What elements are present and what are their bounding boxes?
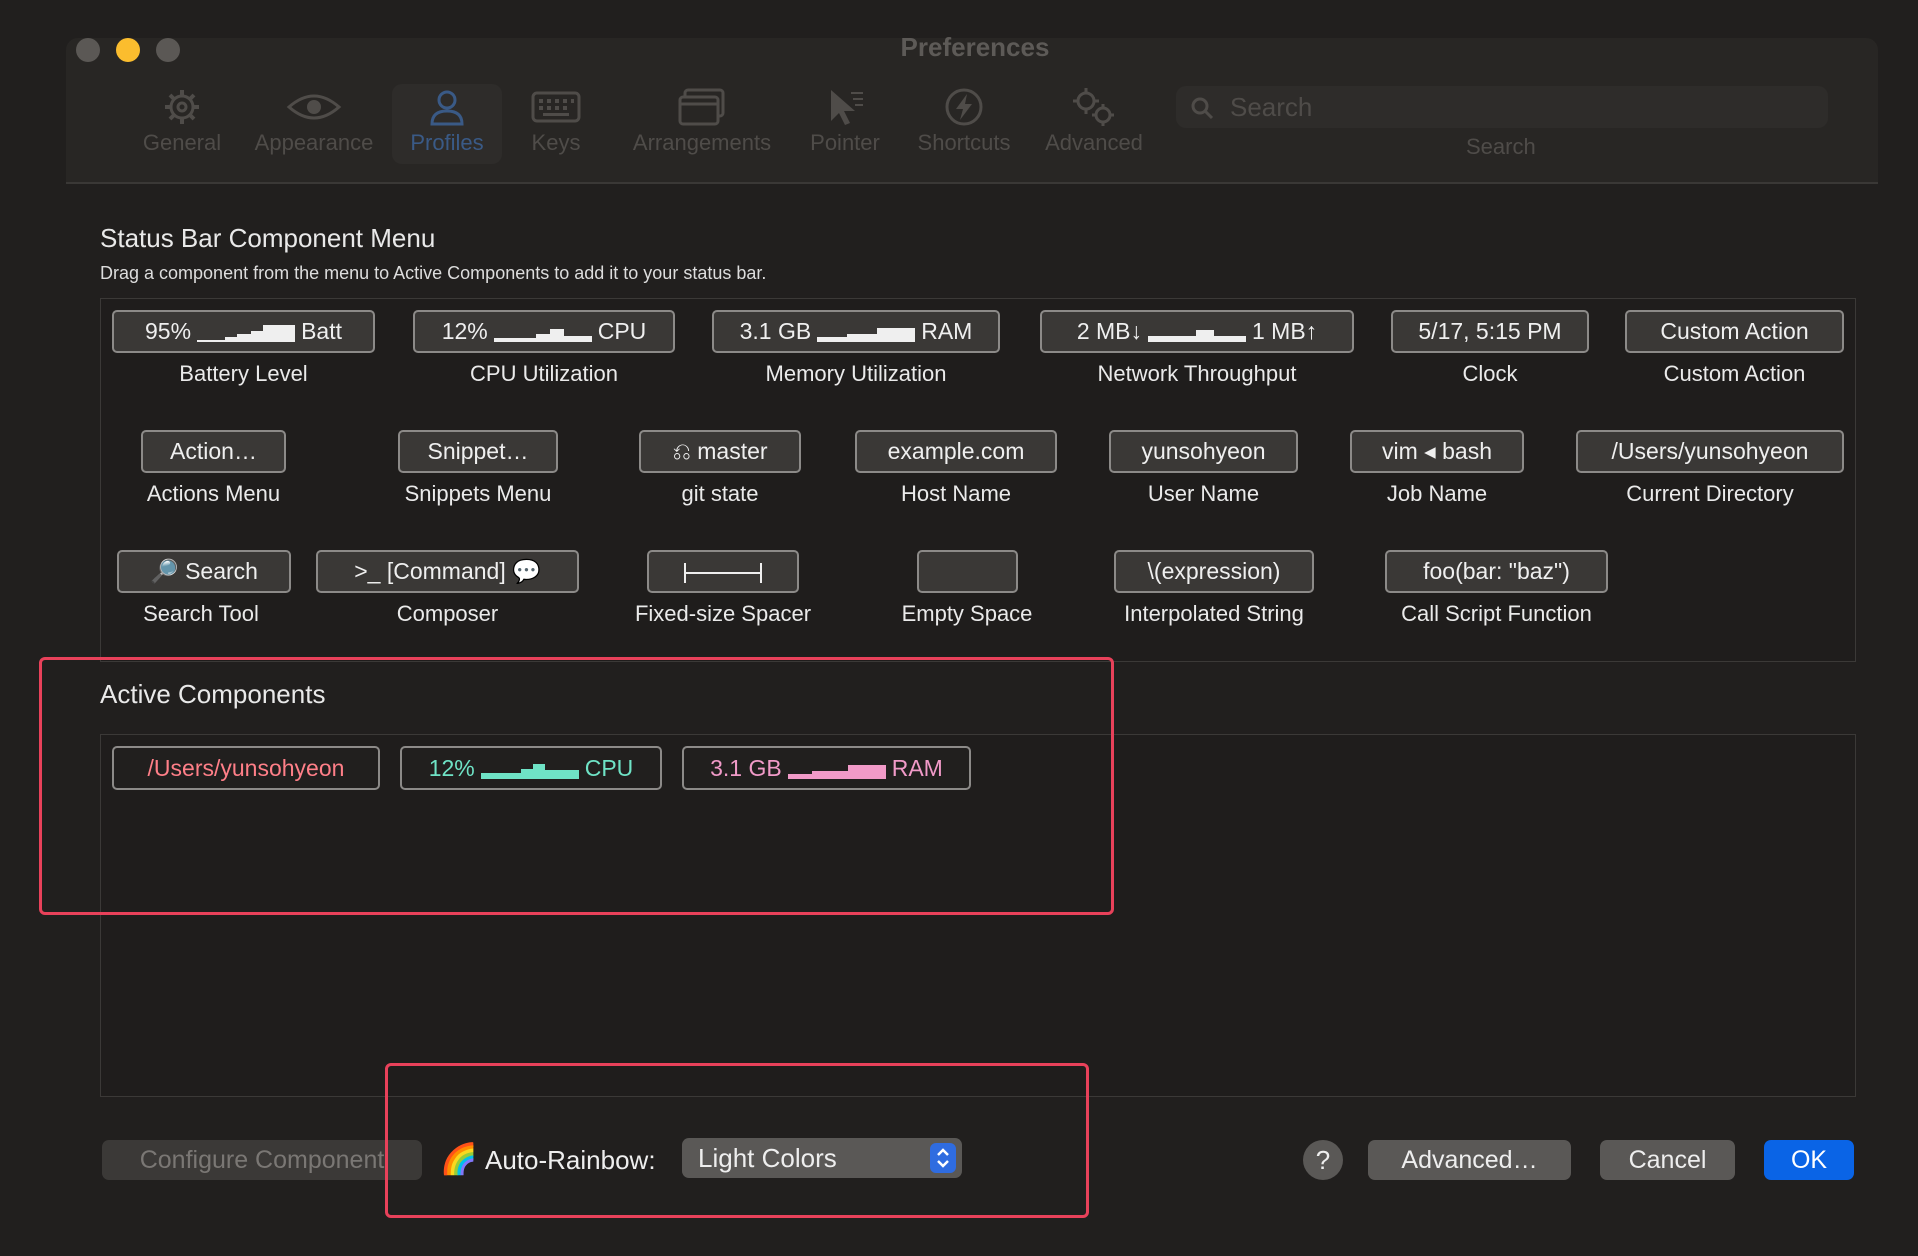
memory-utilization-chip[interactable]: 3.1 GB RAM [712,310,1000,353]
toolbar-general[interactable]: General [136,84,228,164]
actions-menu-chip[interactable]: Action… [141,430,286,473]
component-menu-title: Status Bar Component Menu [100,223,436,253]
toolbar-arrangements-label: Arrangements [632,130,772,155]
current-directory-chip[interactable]: /Users/yunsohyeon [1576,430,1844,473]
clock-label: Clock [1462,361,1518,386]
sparkline-icon [197,324,296,342]
toolbar-profiles[interactable]: Profiles [392,84,502,164]
toolbar-general-label: General [142,130,222,155]
user-name-chip[interactable]: yunsohyeon [1109,430,1298,473]
chip-value: 95% [145,318,192,344]
git-state-chip[interactable]: ⎌ master [639,430,801,473]
battery-level-label: Battery Level [179,361,308,386]
highlight-box-auto-rainbow [385,1063,1089,1218]
eye-icon [246,84,382,128]
toolbar-appearance-label: Appearance [254,130,374,155]
snippets-menu-chip[interactable]: Snippet… [398,430,558,473]
job-name-chip[interactable]: vim ◂ bash [1350,430,1524,473]
search-tool-label: Search Tool [143,601,259,626]
toolbar-advanced[interactable]: Advanced [1036,84,1152,164]
custom-action-chip[interactable]: Custom Action [1625,310,1844,353]
ok-button[interactable]: OK [1764,1140,1854,1180]
cancel-button[interactable]: Cancel [1600,1140,1735,1180]
toolbar-shortcuts-label: Shortcuts [917,130,1011,155]
keyboard-icon [516,84,596,128]
toolbar-advanced-label: Advanced [1045,130,1143,155]
network-throughput-chip[interactable]: 2 MB↓ 1 MB↑ [1040,310,1354,353]
gear-icon [136,84,228,128]
host-name-chip[interactable]: example.com [855,430,1057,473]
component-menu-subtitle: Drag a component from the menu to Active… [100,263,767,283]
composer-label: Composer [396,601,499,626]
configure-component-button[interactable]: Configure Component [102,1140,422,1180]
toolbar-divider [66,182,1878,184]
chip-unit: Batt [301,318,342,344]
gears-icon [1036,84,1152,128]
current-directory-label: Current Directory [1626,481,1794,506]
person-icon [392,84,502,128]
battery-level-chip[interactable]: 95% Batt [112,310,375,353]
snippets-menu-label: Snippets Menu [404,481,552,506]
git-state-label: git state [681,481,759,506]
chip-unit: RAM [921,318,973,344]
toolbar-arrangements[interactable]: Arrangements [622,84,782,164]
cpu-utilization-chip[interactable]: 12% CPU [413,310,675,353]
toolbar-keys[interactable]: Keys [516,84,596,164]
sparkline-icon [1148,324,1246,342]
host-name-label: Host Name [900,481,1012,506]
interpolated-string-chip[interactable]: \(expression) [1114,550,1314,593]
call-script-function-chip[interactable]: foo(bar: "baz") [1385,550,1608,593]
memory-utilization-label: Memory Utilization [765,361,947,386]
clock-chip[interactable]: 5/17, 5:15 PM [1391,310,1589,353]
network-throughput-label: Network Throughput [1097,361,1297,386]
search-icon [1190,96,1214,120]
chip-value: 2 MB↓ [1076,318,1142,344]
job-name-label: Job Name [1386,481,1488,506]
fixed-size-spacer-chip[interactable]: ├────┤ [647,550,799,593]
chip-unit: 1 MB↑ [1252,318,1318,344]
chip-unit: CPU [597,318,647,344]
toolbar-pointer-label: Pointer [810,130,880,155]
actions-menu-label: Actions Menu [146,481,281,506]
interpolated-string-label: Interpolated String [1124,601,1304,626]
toolbar-pointer[interactable]: Pointer [800,84,890,164]
empty-space-chip[interactable] [917,550,1018,593]
help-button[interactable]: ? [1303,1140,1343,1180]
sparkline-icon [817,324,916,342]
chip-value: 12% [441,318,488,344]
bolt-icon [908,84,1020,128]
window-stack-icon [622,84,782,128]
fixed-size-spacer-label: Fixed-size Spacer [634,601,812,626]
chip-value: 3.1 GB [739,318,812,344]
toolbar-keys-label: Keys [531,130,581,155]
toolbar-shortcuts[interactable]: Shortcuts [908,84,1020,164]
custom-action-label: Custom Action [1663,361,1806,386]
toolbar-appearance[interactable]: Appearance [246,84,382,164]
window-title: Preferences [900,32,1050,62]
user-name-label: User Name [1147,481,1260,506]
composer-chip[interactable]: >_ [Command] 💬 [316,550,579,593]
highlight-box-active-components [39,657,1114,915]
search-tool-chip[interactable]: 🔎 Search [117,550,291,593]
spacer-icon [684,562,762,583]
empty-space-label: Empty Space [901,601,1033,626]
toolbar-profiles-label: Profiles [410,130,484,155]
toolbar-search-label: Search [1466,134,1536,159]
pointer-icon [800,84,890,128]
advanced-button[interactable]: Advanced… [1368,1140,1571,1180]
cpu-utilization-label: CPU Utilization [470,361,618,386]
sparkline-icon [493,324,592,342]
toolbar-search-input[interactable]: Search [1176,86,1828,128]
call-script-function-label: Call Script Function [1401,601,1592,626]
